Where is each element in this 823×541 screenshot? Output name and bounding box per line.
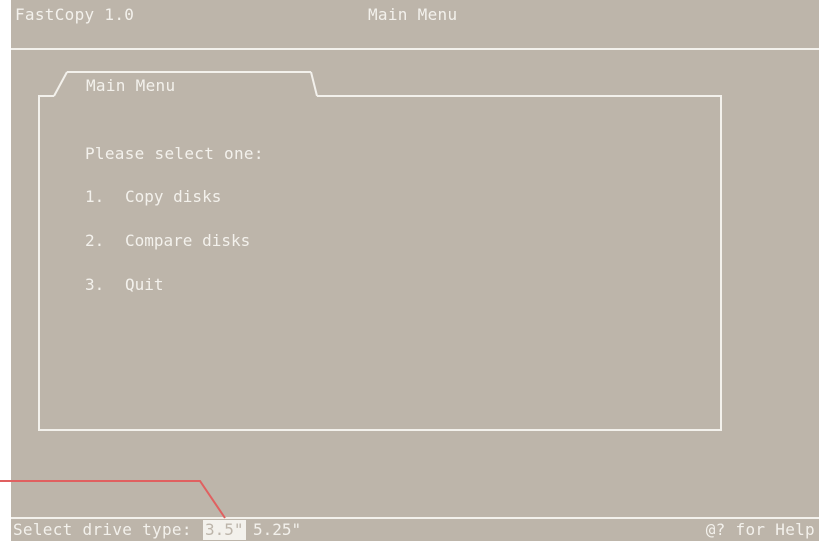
- menu-prompt: Please select one:: [85, 144, 264, 163]
- drive-type-option-5-25[interactable]: 5.25": [253, 521, 301, 539]
- tab-slants: [53, 71, 318, 97]
- help-hint: @? for Help: [705, 520, 815, 539]
- window-border-bottom: [38, 429, 722, 431]
- menu-item-label: Quit: [125, 275, 164, 294]
- menu-item-number: 3.: [85, 275, 105, 294]
- menu-item-label: Compare disks: [125, 231, 251, 250]
- window-border-right: [720, 95, 722, 431]
- terminal-screen: FastCopy 1.0 Main Menu Main Menu Please …: [11, 0, 819, 541]
- menu-item-copy-disks[interactable]: 1. Copy disks: [83, 186, 243, 208]
- menu-item-label: Copy disks: [125, 187, 222, 206]
- menu-item-number: 1.: [85, 187, 105, 206]
- window-border-left: [38, 95, 40, 431]
- drive-type-label: Select drive type:: [13, 520, 192, 539]
- menu-item-compare-disks[interactable]: 2. Compare disks: [83, 230, 273, 252]
- menu-item-number: 2.: [85, 231, 105, 250]
- menu-item-quit[interactable]: 3. Quit: [83, 274, 193, 296]
- window-tab-title: Main Menu: [86, 76, 176, 95]
- drive-type-option-3-5[interactable]: 3.5": [203, 520, 246, 540]
